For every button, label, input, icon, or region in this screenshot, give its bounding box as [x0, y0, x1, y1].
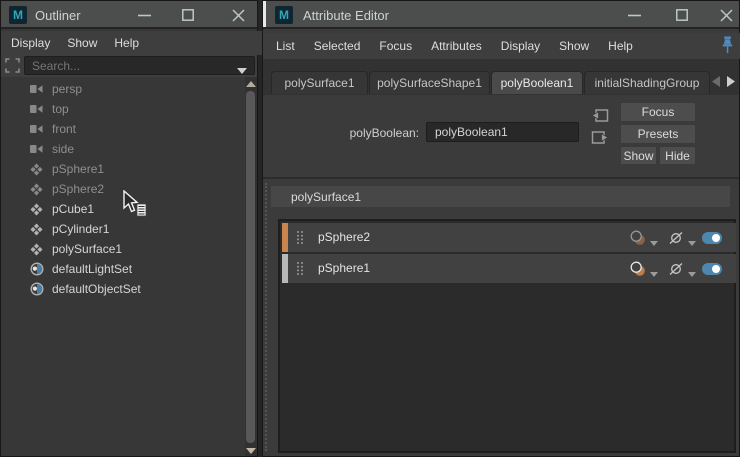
- node-name-field[interactable]: [426, 122, 579, 142]
- scroll-up-icon[interactable]: [246, 81, 256, 87]
- boolean-inputs-container: pSphere2 pSphere1: [278, 219, 736, 453]
- enable-toggle[interactable]: [702, 263, 722, 275]
- copy-tab-in-icon[interactable]: [591, 108, 609, 126]
- tab-polysurfaceshape1[interactable]: polySurfaceShape1: [369, 71, 490, 94]
- outliner-list: persp top front side pSphere1 pSphere2 p…: [2, 77, 245, 456]
- hide-button[interactable]: Hide: [659, 146, 696, 165]
- outliner-titlebar[interactable]: M Outliner: [1, 1, 257, 29]
- tab-initialshadinggroup[interactable]: initialShadingGroup: [584, 71, 710, 94]
- outliner-search-row: [1, 55, 257, 77]
- mesh-icon: [30, 222, 46, 236]
- menu-item-attributes[interactable]: Attributes: [431, 39, 482, 53]
- mesh-icon: [30, 162, 46, 176]
- shader-ball-icon[interactable]: [630, 230, 646, 249]
- tab-polyboolean1[interactable]: polyBoolean1: [491, 71, 583, 94]
- camera-icon: [30, 84, 46, 94]
- mesh-icon: [30, 242, 46, 256]
- search-dropdown-icon[interactable]: [237, 63, 247, 77]
- section-header-polysurface1[interactable]: polySurface1: [271, 186, 730, 207]
- ae-tab-strip: polySurface1 polySurfaceShape1 polyBoole…: [263, 59, 739, 95]
- outliner-scrollbar[interactable]: [245, 77, 257, 456]
- tab-polysurface1[interactable]: polySurface1: [271, 71, 368, 94]
- camera-icon: [30, 104, 46, 114]
- maya-workspace: M Outliner Display Show Help persp top f…: [0, 0, 740, 457]
- panel-drag-handle[interactable]: [265, 183, 267, 451]
- set-icon: [30, 282, 46, 296]
- mouse-cursor: [122, 189, 152, 223]
- maximize-icon[interactable]: [177, 4, 199, 26]
- window-edge-highlight: [263, 1, 266, 27]
- maya-logo-icon: M: [275, 6, 293, 24]
- menu-item-selected[interactable]: Selected: [314, 39, 361, 53]
- filter-icon[interactable]: [5, 58, 20, 76]
- row-color-bar: [282, 223, 288, 252]
- outliner-item-top[interactable]: top: [2, 99, 244, 119]
- visibility-off-icon[interactable]: [668, 262, 684, 279]
- mesh-icon: [30, 182, 46, 196]
- attribute-editor-window: M Attribute Editor List Selected Focus A…: [262, 0, 740, 457]
- scroll-down-icon[interactable]: [246, 448, 256, 454]
- menu-item-help[interactable]: Help: [114, 36, 139, 50]
- close-icon[interactable]: [715, 4, 737, 26]
- outliner-item-side[interactable]: side: [2, 139, 244, 159]
- focus-button[interactable]: Focus: [620, 102, 696, 122]
- outliner-menubar: Display Show Help: [1, 31, 267, 55]
- outliner-item-defaultobjectset[interactable]: defaultObjectSet: [2, 279, 244, 299]
- minimize-icon[interactable]: [133, 4, 155, 26]
- drag-item-badge: [136, 203, 147, 217]
- divider: [263, 177, 739, 179]
- presets-button[interactable]: Presets: [620, 124, 696, 144]
- menu-item-focus[interactable]: Focus: [379, 39, 412, 53]
- outliner-window-title: Outliner: [35, 8, 81, 23]
- attribute-editor-titlebar[interactable]: M Attribute Editor: [263, 1, 739, 29]
- set-icon: [30, 262, 46, 276]
- outliner-item-psphere1[interactable]: pSphere1: [2, 159, 244, 179]
- tab-scroll-left-icon[interactable]: [712, 76, 720, 90]
- maya-logo-icon: M: [9, 6, 27, 24]
- outliner-item-front[interactable]: front: [2, 119, 244, 139]
- camera-icon: [30, 144, 46, 154]
- show-button[interactable]: Show: [620, 146, 657, 165]
- outliner-item-defaultlightset[interactable]: defaultLightSet: [2, 259, 244, 279]
- scrollbar-thumb[interactable]: [246, 91, 255, 443]
- menu-item-show[interactable]: Show: [559, 39, 589, 53]
- camera-icon: [30, 124, 46, 134]
- outliner-item-persp[interactable]: persp: [2, 79, 244, 99]
- ae-menubar: List Selected Focus Attributes Display S…: [263, 33, 740, 59]
- menu-item-show[interactable]: Show: [67, 36, 97, 50]
- maximize-icon[interactable]: [671, 4, 693, 26]
- chevron-down-icon[interactable]: [650, 266, 658, 280]
- tab-scroll-right-icon[interactable]: [727, 76, 735, 90]
- row-color-bar: [282, 254, 288, 283]
- shader-ball-icon[interactable]: [630, 261, 646, 280]
- chevron-down-icon[interactable]: [688, 266, 696, 280]
- enable-toggle[interactable]: [702, 232, 722, 244]
- chevron-down-icon[interactable]: [650, 235, 658, 249]
- menu-item-help[interactable]: Help: [608, 39, 633, 53]
- drag-handle-icon[interactable]: [296, 230, 304, 248]
- close-icon[interactable]: [227, 4, 249, 26]
- minimize-icon[interactable]: [623, 4, 645, 26]
- search-input[interactable]: [24, 56, 255, 75]
- visibility-off-icon[interactable]: [668, 231, 684, 248]
- copy-tab-out-icon[interactable]: [591, 130, 609, 148]
- menu-item-display[interactable]: Display: [501, 39, 540, 53]
- pin-icon[interactable]: [721, 36, 734, 57]
- outliner-window: M Outliner Display Show Help persp top f…: [0, 0, 267, 457]
- input-row-psphere1[interactable]: pSphere1: [282, 254, 736, 283]
- chevron-down-icon[interactable]: [688, 235, 696, 249]
- outliner-item-polysurface1[interactable]: polySurface1: [2, 239, 244, 259]
- menu-item-list[interactable]: List: [276, 39, 295, 53]
- drag-handle-icon[interactable]: [296, 261, 304, 279]
- mesh-icon: [30, 202, 46, 216]
- menu-item-display[interactable]: Display: [11, 36, 50, 50]
- node-type-label: polyBoolean:: [349, 126, 419, 140]
- input-row-psphere2[interactable]: pSphere2: [282, 223, 736, 252]
- attribute-editor-window-title: Attribute Editor: [303, 8, 389, 23]
